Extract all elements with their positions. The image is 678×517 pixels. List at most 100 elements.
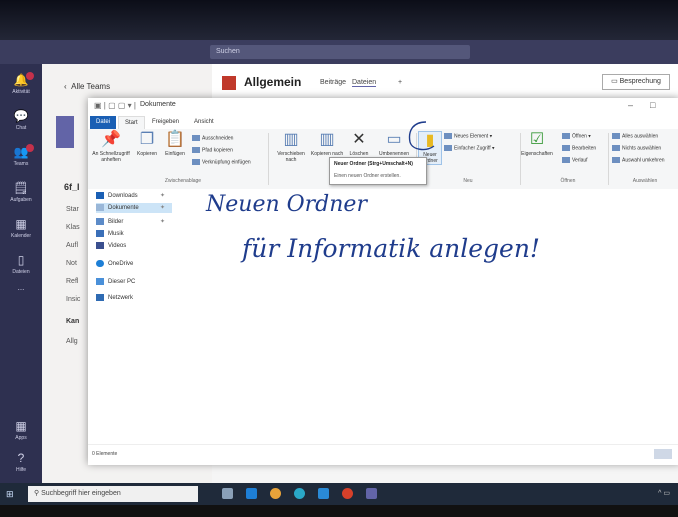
rail-teams[interactable]: 👥 Teams xyxy=(2,144,40,174)
tooltip-text: Einen neuen Ordner erstellen. xyxy=(334,173,401,179)
download-arrow-icon xyxy=(96,191,104,199)
windows-start-icon[interactable]: ⊞ xyxy=(6,489,14,500)
maximize-icon[interactable]: □ xyxy=(650,100,655,110)
computer-icon xyxy=(96,277,104,285)
group-clipboard-label: Zwischenablage xyxy=(164,178,202,184)
quick-access-toolbar-icons[interactable]: ▣ | ▢ ▢ ▾ | xyxy=(94,101,136,110)
music-note-icon xyxy=(96,229,104,237)
nav-item-music[interactable]: Musik xyxy=(96,229,124,239)
cut-button[interactable]: Ausschneiden xyxy=(192,135,233,142)
rail-more[interactable]: ... xyxy=(2,284,40,314)
notification-badge xyxy=(26,144,34,152)
files-icon: ▯ xyxy=(17,253,25,267)
tab-posts[interactable]: Beiträge xyxy=(320,79,346,86)
path-icon xyxy=(192,147,200,153)
tooltip-title: Neuer Ordner (Strg+Umschalt+N) xyxy=(334,161,413,167)
channel-item[interactable]: Not xyxy=(66,260,77,267)
channel-general[interactable]: Allg xyxy=(66,338,78,345)
rail-tasks[interactable]: 🗒 Aufgaben xyxy=(2,180,40,210)
nav-item-onedrive[interactable]: OneDrive xyxy=(96,259,133,269)
mail-icon[interactable] xyxy=(318,488,329,499)
history-icon xyxy=(562,157,570,163)
scissors-icon xyxy=(192,135,200,141)
notification-badge xyxy=(26,72,34,80)
edit-button[interactable]: Bearbeiten xyxy=(562,145,596,152)
minimize-icon[interactable]: – xyxy=(628,100,633,110)
delete-button[interactable]: ✕ Löschen xyxy=(344,131,374,157)
tab-file[interactable]: Datei xyxy=(90,116,117,129)
channel-item[interactable]: Star xyxy=(66,206,79,213)
apps-icon: ▦ xyxy=(15,419,27,433)
pin-quick-access-button[interactable]: 📌 An Schnellzugriff anheften xyxy=(88,131,134,163)
edge-icon[interactable] xyxy=(294,488,305,499)
delete-x-icon: ✕ xyxy=(352,131,366,148)
rail-activity[interactable]: 🔔 Aktivität xyxy=(2,72,40,102)
paste-button[interactable]: 📋 Einfügen xyxy=(160,131,190,157)
channel-title: Allgemein xyxy=(244,75,302,89)
taskbar-search-input[interactable]: ⚲ Suchbegriff hier eingeben xyxy=(28,486,198,502)
open-button[interactable]: Öffnen ▾ xyxy=(562,133,591,140)
rail-calendar[interactable]: ▦ Kalender xyxy=(2,216,40,246)
tasks-icon: 🗒 xyxy=(13,181,29,195)
properties-button[interactable]: ☑ Eigenschaften xyxy=(512,131,562,157)
window-title: Dokumente xyxy=(140,101,176,108)
move-icon: ▥ xyxy=(283,131,299,148)
pin-icon: ✦ xyxy=(160,205,166,211)
tab-files[interactable]: Dateien xyxy=(352,79,377,87)
explorer-title-bar: ▣ | ▢ ▢ ▾ | Dokumente – □ xyxy=(88,98,678,114)
select-all-button[interactable]: Alles auswählen xyxy=(612,133,658,140)
documents-icon xyxy=(96,203,104,211)
rail-chat[interactable]: 💬 Chat xyxy=(2,108,40,138)
ribbon-separator xyxy=(608,133,609,185)
teams-search-input[interactable]: Suchen xyxy=(210,45,470,59)
copy-to-icon: ▥ xyxy=(319,131,335,148)
rail-files[interactable]: ▯ Dateien xyxy=(2,252,40,282)
tab-start[interactable]: Start xyxy=(118,116,145,130)
rail-apps[interactable]: ▦ Apps xyxy=(2,418,40,448)
rail-help[interactable]: ? Hilfe xyxy=(2,450,40,480)
nav-item-downloads[interactable]: Downloads xyxy=(96,191,138,201)
task-view-icon[interactable] xyxy=(222,488,233,499)
meeting-button[interactable]: ▭ Besprechung xyxy=(602,74,670,90)
new-item-button[interactable]: Neues Element ▾ xyxy=(444,133,492,140)
invert-selection-button[interactable]: Auswahl umkehren xyxy=(612,157,665,164)
file-list-area[interactable] xyxy=(180,189,678,444)
firefox-icon[interactable] xyxy=(270,488,281,499)
store-icon[interactable] xyxy=(246,488,257,499)
move-to-button[interactable]: ▥ Verschieben nach xyxy=(272,131,310,163)
channel-item[interactable]: Insic xyxy=(66,296,80,303)
open-icon xyxy=(562,133,570,139)
select-none-button[interactable]: Nichts auswählen xyxy=(612,145,661,152)
easy-access-button[interactable]: Einfacher Zugriff ▾ xyxy=(444,145,495,152)
copy-path-button[interactable]: Pfad kopieren xyxy=(192,147,233,154)
item-count: 0 Elemente xyxy=(92,451,118,457)
copy-to-button[interactable]: ▥ Kopieren nach xyxy=(310,131,344,157)
history-button[interactable]: Verlauf xyxy=(562,157,588,164)
teams-title-bar: Suchen xyxy=(0,40,678,64)
all-teams-link[interactable]: ‹ Alle Teams xyxy=(64,82,110,91)
tab-share[interactable]: Freigeben xyxy=(146,116,185,129)
system-tray-chevron-icon[interactable]: ^ ▭ xyxy=(658,489,670,497)
nav-item-videos[interactable]: Videos xyxy=(96,241,126,251)
chrome-icon[interactable] xyxy=(342,488,353,499)
copy-button[interactable]: ❐ Kopieren xyxy=(134,131,160,157)
channel-section: Kan xyxy=(66,318,80,325)
channel-item[interactable]: Klas xyxy=(66,224,80,231)
teams-taskbar-icon[interactable] xyxy=(366,488,377,499)
nav-item-network[interactable]: Netzwerk xyxy=(96,293,133,303)
nav-item-this-pc[interactable]: Dieser PC xyxy=(96,277,135,287)
channel-item[interactable]: Aufl xyxy=(66,242,78,249)
handwritten-note-line2: für Informatik anlegen! xyxy=(242,234,540,263)
channel-item[interactable]: Refl xyxy=(66,278,78,285)
tab-add[interactable]: + xyxy=(398,79,402,86)
file-explorer-window: ▣ | ▢ ▢ ▾ | Dokumente – □ Datei Start Fr… xyxy=(88,98,678,465)
camera-icon: ▭ xyxy=(611,78,620,85)
clipboard-icon: 📋 xyxy=(165,131,185,148)
tab-view[interactable]: Ansicht xyxy=(188,116,220,129)
team-name: 6f_I xyxy=(64,182,80,192)
nav-item-pictures[interactable]: Bilder xyxy=(96,217,123,227)
view-toggle-icons[interactable] xyxy=(654,449,672,459)
photo-dark-bottom xyxy=(0,505,678,517)
paste-shortcut-button[interactable]: Verknüpfung einfügen xyxy=(192,159,251,166)
bell-icon: 🔔 xyxy=(13,73,29,87)
